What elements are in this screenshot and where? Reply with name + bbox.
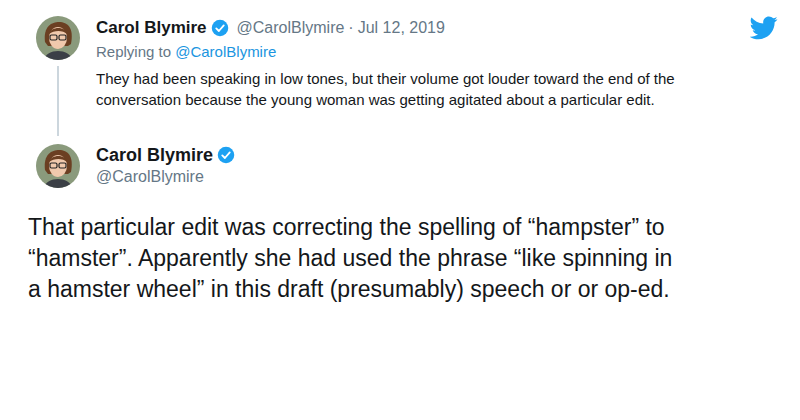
- thread-line: [57, 66, 59, 136]
- name-line: Carol Blymire: [96, 144, 235, 166]
- avatar-column: [36, 16, 80, 136]
- tweet-header: Carol Blymire @CarolBlymire·Jul 12, 2019: [96, 16, 778, 40]
- author-handle[interactable]: @CarolBlymire: [237, 17, 345, 39]
- avatar-icon[interactable]: [36, 144, 80, 188]
- tweet-text: They had been speaking in low tones, but…: [96, 68, 756, 110]
- tweet-text: That particular edit was correcting the …: [28, 212, 678, 305]
- author-handle[interactable]: @CarolBlymire: [96, 166, 235, 188]
- tweet-date[interactable]: Jul 12, 2019: [358, 17, 445, 39]
- replying-handle[interactable]: @CarolBlymire: [175, 43, 276, 60]
- author-box: Carol Blymire@CarolBlymire: [96, 144, 235, 188]
- replying-to: Replying to @CarolBlymire: [96, 42, 778, 62]
- reply-tweet: Carol Blymire@CarolBlymire·Jul 12, 2019R…: [36, 16, 778, 136]
- twitter-bird-icon: [750, 16, 778, 40]
- verified-badge-icon: [217, 146, 235, 164]
- avatar-column: [36, 144, 80, 188]
- author-name[interactable]: Carol Blymire: [96, 144, 213, 166]
- author-name[interactable]: Carol Blymire: [96, 17, 207, 39]
- avatar-icon[interactable]: [36, 16, 80, 60]
- replying-label: Replying to: [96, 43, 171, 60]
- separator: ·: [348, 17, 353, 39]
- verified-badge-icon: [211, 19, 229, 37]
- main-tweet-header: Carol Blymire@CarolBlymire: [36, 144, 778, 188]
- tweet-body: Carol Blymire@CarolBlymire·Jul 12, 2019R…: [96, 16, 778, 136]
